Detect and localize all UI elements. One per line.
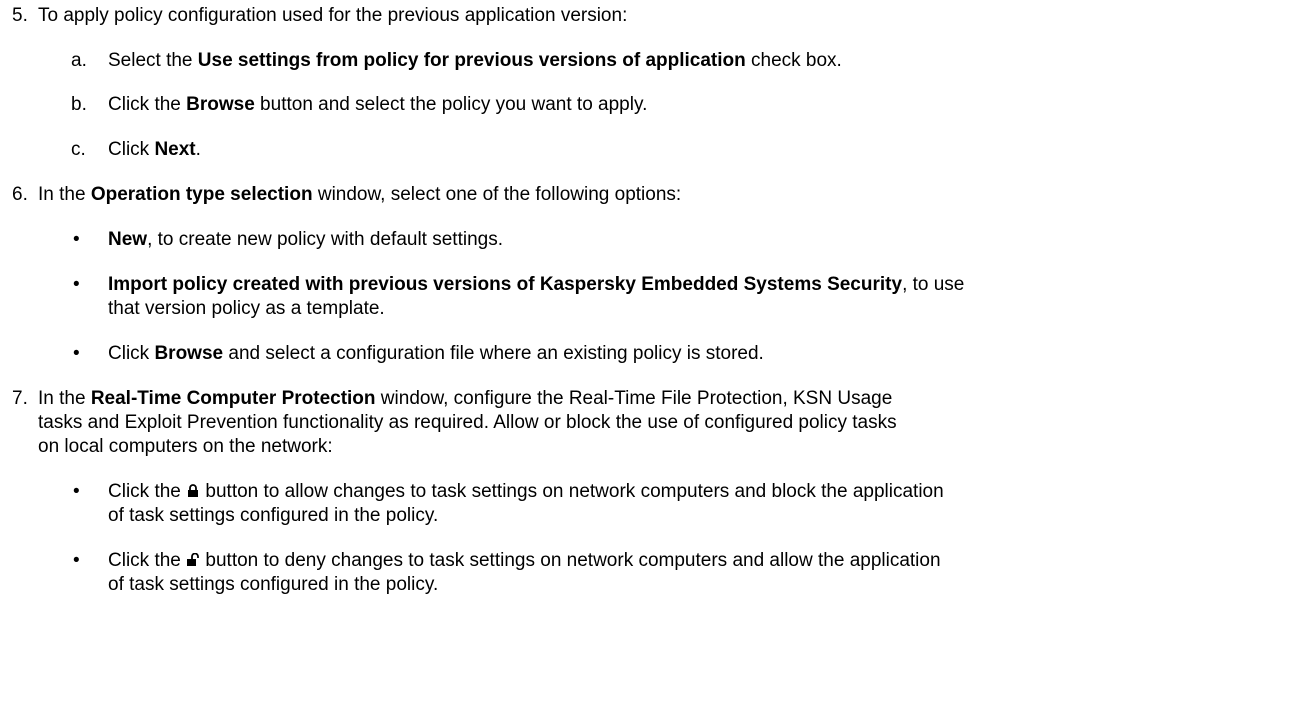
bullet-marker: •	[73, 229, 80, 250]
step-7-text-cont-1: tasks and Exploit Prevention functionali…	[38, 412, 897, 433]
step-7-bullet-2: Click the button to deny changes to task…	[108, 550, 941, 571]
step-7-bullet-1-cont: of task settings configured in the polic…	[108, 505, 439, 526]
step-7-text: In the Real-Time Computer Protection win…	[38, 388, 893, 409]
step-5-number: 5.	[12, 5, 28, 26]
step-5a-letter: a.	[71, 50, 87, 71]
window-name: Operation type selection	[90, 184, 313, 205]
bullet-marker: •	[73, 274, 80, 295]
checkbox-name: Use settings from policy for previous ve…	[197, 50, 746, 71]
step-7-bullet-1: Click the button to allow changes to tas…	[108, 481, 944, 502]
browse-button-name: Browse	[186, 94, 255, 115]
step-6-bullet-3: Click Browse and select a configuration …	[108, 343, 764, 364]
step-6-bullet-1: New, to create new policy with default s…	[108, 229, 503, 250]
open-lock-icon	[186, 550, 200, 566]
step-7-number: 7.	[12, 388, 28, 409]
step-5b-text: Click the Browse button and select the p…	[108, 94, 648, 115]
document-page: { "step5": { "num": "5.", "text": "To ap…	[0, 0, 1311, 702]
window-name: Real-Time Computer Protection	[90, 388, 376, 409]
step-5c-letter: c.	[71, 139, 86, 160]
step-7-bullet-2-cont: of task settings configured in the polic…	[108, 574, 439, 595]
step-5a-text: Select the Use settings from policy for …	[108, 50, 842, 71]
step-5b-letter: b.	[71, 94, 87, 115]
step-5-text: To apply policy configuration used for t…	[38, 5, 628, 26]
step-6-bullet-2-cont: that version policy as a template.	[108, 298, 385, 319]
bullet-marker: •	[73, 343, 80, 364]
step-7-text-cont-2: on local computers on the network:	[38, 436, 333, 457]
closed-lock-icon	[186, 481, 200, 497]
step-6-number: 6.	[12, 184, 28, 205]
step-5c-text: Click Next.	[108, 139, 201, 160]
bullet-marker: •	[73, 481, 80, 502]
bullet-marker: •	[73, 550, 80, 571]
next-button-name: Next	[154, 139, 196, 160]
step-6-text: In the Operation type selection window, …	[38, 184, 682, 205]
step-6-bullet-2: Import policy created with previous vers…	[108, 274, 965, 295]
